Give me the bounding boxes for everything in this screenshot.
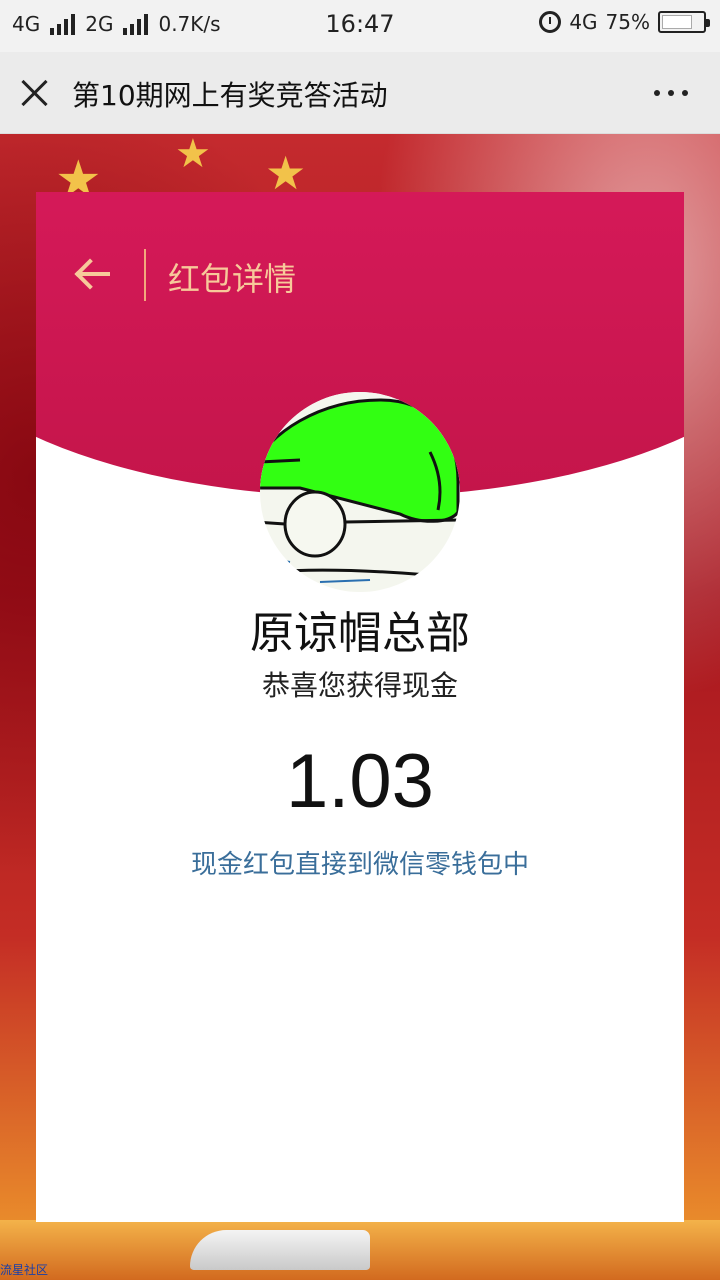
more-icon[interactable] [654,90,688,96]
battery-percent: 75% [605,10,650,34]
status-right: 4G 75% [539,10,710,34]
star-decoration-icon: ★ [265,146,307,200]
status-bar: 4G 2G 0.7K/s 16:47 4G 75% [0,0,720,52]
back-arrow-icon[interactable] [74,254,114,294]
train-illustration [190,1230,370,1270]
star-decoration-icon: ★ [175,131,211,177]
close-icon[interactable] [20,78,50,108]
alarm-icon [539,11,562,33]
battery-icon [658,11,710,33]
green-hat-avatar-image [260,392,460,592]
sender-name: 原谅帽总部 [250,608,470,659]
title-bar: 第10期网上有奖竞答活动 [0,52,720,134]
red-envelope-card: 红包详情 原谅帽总部 恭喜您获得现金 1.03 现金红包直接到微信零钱包中 [36,192,684,1222]
watermark: 流星社区 [0,1263,49,1277]
greeting-text: 恭喜您获得现金 [261,669,458,702]
network-type-3: 4G [569,10,598,34]
wallet-note-link[interactable]: 现金红包直接到微信零钱包中 [36,844,684,881]
header-divider [144,249,146,301]
page-title: 第10期网上有奖竞答活动 [72,79,388,112]
header-title: 红包详情 [168,260,297,298]
amount-value: 1.03 [286,739,434,824]
avatar [260,392,460,592]
